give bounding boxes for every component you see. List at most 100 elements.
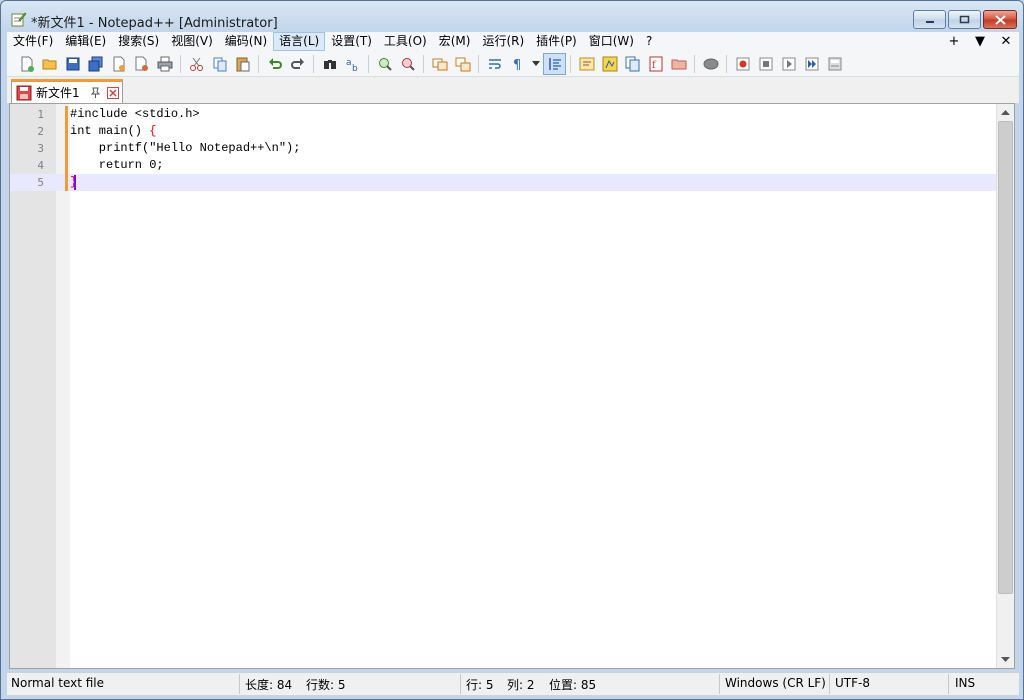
sync-horizontal-icon xyxy=(455,57,470,71)
minimize-icon xyxy=(925,20,934,23)
current-code-line[interactable]: 5 } xyxy=(10,174,996,191)
save-all-icon xyxy=(88,56,102,71)
menu-view[interactable]: 视图(V) xyxy=(165,32,219,51)
pin-icon[interactable] xyxy=(89,87,101,99)
status-insert-mode[interactable]: INS xyxy=(955,676,975,690)
menu-window[interactable]: 窗口(W) xyxy=(583,32,640,51)
change-marker xyxy=(65,174,68,191)
menu-tools[interactable]: 工具(O) xyxy=(378,32,433,51)
zoom-in-icon xyxy=(378,57,392,71)
sync-vertical-icon xyxy=(432,58,447,70)
tab-list-button[interactable]: ▼ xyxy=(967,34,993,49)
tab-new-file-1[interactable]: 新文件1 xyxy=(11,79,123,103)
toolbar-separator xyxy=(180,54,181,73)
code-line[interactable]: 2 int main() { xyxy=(10,123,996,140)
status-divider xyxy=(829,674,830,694)
code-text: printf("Hello Notepad++\n"); xyxy=(70,141,301,155)
status-pos: 位置: 85 xyxy=(549,678,597,692)
tab-close-icon[interactable] xyxy=(106,86,119,99)
sync-vertical-button[interactable] xyxy=(428,53,451,75)
copy-button[interactable] xyxy=(208,53,231,75)
menu-plugins[interactable]: 插件(P) xyxy=(530,32,583,51)
menu-encoding[interactable]: 编码(N) xyxy=(219,32,273,51)
code-line[interactable]: 1 #include <stdio.h> xyxy=(10,106,996,123)
document-list-icon xyxy=(625,56,639,71)
menu-settings[interactable]: 设置(T) xyxy=(325,32,378,51)
status-encoding[interactable]: UTF-8 xyxy=(835,676,870,690)
svg-text:¶: ¶ xyxy=(513,58,521,72)
word-wrap-button[interactable] xyxy=(483,53,506,75)
status-divider xyxy=(948,674,949,694)
code-text: return 0; xyxy=(70,158,164,172)
show-chars-dropdown[interactable] xyxy=(529,53,543,75)
new-tab-button[interactable]: + xyxy=(941,34,967,49)
status-file-type: Normal text file xyxy=(11,676,105,690)
printer-icon xyxy=(157,56,172,71)
menu-file[interactable]: 文件(F) xyxy=(7,32,59,51)
close-button-tb[interactable] xyxy=(107,53,130,75)
menu-help[interactable]: ? xyxy=(640,32,658,51)
menu-search[interactable]: 搜索(S) xyxy=(112,32,165,51)
find-button[interactable] xyxy=(318,53,341,75)
cut-button[interactable] xyxy=(185,53,208,75)
menu-bar: 文件(F) 编辑(E) 搜索(S) 视图(V) 编码(N) 语言(L) 设置(T… xyxy=(7,32,1019,51)
line-number: 4 xyxy=(37,159,44,172)
function-list-button[interactable]: f xyxy=(644,53,667,75)
folder-workspace-button[interactable] xyxy=(667,53,690,75)
editor-area[interactable]: 1 #include <stdio.h> 2 int main() { 3 pr… xyxy=(9,103,1015,669)
macro-record-button[interactable] xyxy=(731,53,754,75)
status-col: 列: 2 xyxy=(507,678,535,692)
macro-play-multiple-button[interactable] xyxy=(800,53,823,75)
zoom-out-button[interactable] xyxy=(396,53,419,75)
scroll-thumb[interactable] xyxy=(998,121,1013,594)
save-all-button[interactable] xyxy=(84,53,107,75)
status-bar: Normal text file 长度: 84 行数: 5 行: 5 列: 2 … xyxy=(7,672,1019,695)
scroll-down-button[interactable] xyxy=(997,651,1014,668)
close-all-icon xyxy=(135,56,148,71)
toolbar-separator xyxy=(368,54,369,73)
macro-stop-button[interactable] xyxy=(754,53,777,75)
dropdown-arrow-icon xyxy=(532,60,540,66)
save-macro-icon xyxy=(828,57,841,70)
menu-run[interactable]: 运行(R) xyxy=(476,32,530,51)
new-file-button[interactable] xyxy=(15,53,38,75)
show-all-chars-button[interactable]: ¶ xyxy=(506,53,529,75)
document-list-button[interactable] xyxy=(621,53,644,75)
indent-guide-button[interactable] xyxy=(543,52,566,75)
replace-button[interactable]: ab xyxy=(341,53,364,75)
toolbar-separator xyxy=(694,54,695,73)
undo-button[interactable] xyxy=(263,53,286,75)
save-icon xyxy=(66,57,79,70)
define-language-button[interactable] xyxy=(575,53,598,75)
menu-edit[interactable]: 编辑(E) xyxy=(59,32,112,51)
redo-button[interactable] xyxy=(286,53,309,75)
sync-horizontal-button[interactable] xyxy=(451,53,474,75)
close-all-button[interactable] xyxy=(130,53,153,75)
menu-language[interactable]: 语言(L) xyxy=(273,32,326,51)
close-document-button[interactable]: ✕ xyxy=(993,34,1019,49)
paste-button[interactable] xyxy=(231,53,254,75)
stop-icon xyxy=(759,57,772,70)
code-line[interactable]: 4 return 0; xyxy=(10,157,996,174)
status-divider xyxy=(239,674,240,694)
save-button[interactable] xyxy=(61,53,84,75)
close-button[interactable] xyxy=(983,10,1017,29)
menu-macro[interactable]: 宏(M) xyxy=(433,32,477,51)
code-line[interactable]: 3 printf("Hello Notepad++\n"); xyxy=(10,140,996,157)
print-button[interactable] xyxy=(153,53,176,75)
document-map-icon xyxy=(602,56,617,71)
macro-save-button[interactable] xyxy=(823,53,846,75)
new-file-icon xyxy=(21,56,34,72)
status-eol[interactable]: Windows (CR LF) xyxy=(725,676,826,690)
fast-forward-icon xyxy=(805,57,818,70)
zoom-in-button[interactable] xyxy=(373,53,396,75)
minimize-button[interactable] xyxy=(913,10,946,29)
macro-play-button[interactable] xyxy=(777,53,800,75)
monitoring-button[interactable] xyxy=(699,53,722,75)
open-file-button[interactable] xyxy=(38,53,61,75)
vertical-scrollbar[interactable] xyxy=(996,104,1014,668)
scroll-up-button[interactable] xyxy=(997,104,1014,121)
document-map-button[interactable] xyxy=(598,53,621,75)
zoom-out-icon xyxy=(401,57,415,71)
maximize-button[interactable] xyxy=(948,10,981,29)
